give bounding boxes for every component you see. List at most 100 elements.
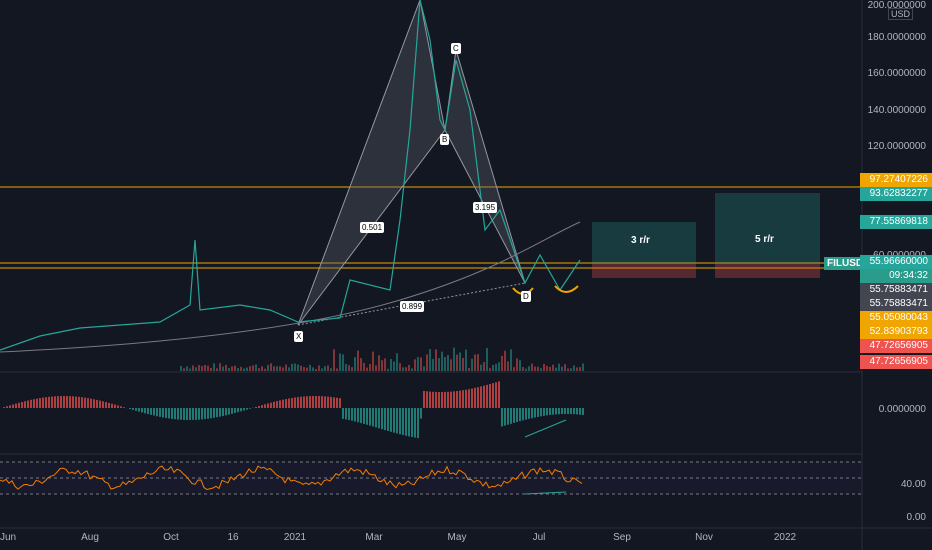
macd-bar xyxy=(543,408,545,416)
price-chart[interactable] xyxy=(0,0,932,550)
volume-bar xyxy=(558,363,560,371)
volume-bar xyxy=(399,363,401,371)
pattern-point-b: B xyxy=(440,134,450,145)
macd-bar xyxy=(114,404,116,408)
volume-bar xyxy=(540,368,542,371)
volume-bar xyxy=(513,367,515,371)
volume-bar xyxy=(417,357,419,371)
volume-bar xyxy=(573,365,575,371)
volume-bar xyxy=(246,367,248,371)
volume-bar xyxy=(480,364,482,371)
macd-bar xyxy=(189,408,191,420)
macd-bar xyxy=(351,408,353,421)
volume-bar xyxy=(315,368,317,371)
macd-bar xyxy=(18,402,20,408)
macd-bar xyxy=(21,401,23,408)
macd-bar xyxy=(48,396,50,408)
macd-bar xyxy=(531,408,533,419)
volume-bar xyxy=(582,363,584,371)
price-label: 47.72656905 xyxy=(860,339,932,353)
macd-bar xyxy=(309,396,311,408)
volume-bar xyxy=(453,347,455,371)
volume-bar xyxy=(471,358,473,371)
volume-bar xyxy=(531,363,533,371)
price-tick: 140.0000000 xyxy=(867,105,926,116)
macd-bar xyxy=(255,406,257,408)
volume-bar xyxy=(207,365,209,371)
volume-bar xyxy=(180,366,182,371)
macd-bar xyxy=(174,408,176,420)
volume-bar xyxy=(294,363,296,371)
macd-bar xyxy=(495,382,497,408)
volume-bar xyxy=(345,363,347,371)
macd-bar xyxy=(573,408,575,415)
volume-bar xyxy=(264,368,266,371)
macd-bar xyxy=(15,403,17,408)
macd-bar xyxy=(297,397,299,408)
volume-bar xyxy=(189,368,191,371)
volume-bar xyxy=(321,368,323,371)
macd-bar xyxy=(447,391,449,408)
macd-bar xyxy=(324,396,326,408)
macd-bar xyxy=(135,408,137,411)
macd-bar xyxy=(123,407,125,408)
macd-bar xyxy=(102,401,104,408)
target-label-5rr: 5 r/r xyxy=(755,234,774,245)
countdown-label: 09:34:32 xyxy=(860,269,932,283)
volume-bar xyxy=(426,354,428,371)
macd-bar xyxy=(486,384,488,408)
macd-bar xyxy=(549,408,551,416)
macd-bar xyxy=(159,408,161,417)
macd-bar xyxy=(363,408,365,424)
macd-bar xyxy=(387,408,389,431)
macd-bar xyxy=(108,402,110,408)
volume-bar xyxy=(222,366,224,371)
macd-bar xyxy=(468,389,470,408)
volume-bar xyxy=(285,364,287,371)
volume-bar xyxy=(435,349,437,371)
volume-bar xyxy=(225,364,227,371)
macd-bar xyxy=(207,408,209,419)
macd-bar xyxy=(399,408,401,435)
macd-bar xyxy=(366,408,368,425)
macd-bar xyxy=(129,408,131,409)
volume-bar xyxy=(234,365,236,371)
macd-bar xyxy=(87,398,89,408)
price-tick: 200.0000000 xyxy=(867,0,926,11)
volume-bar xyxy=(549,366,551,371)
macd-bar xyxy=(171,408,173,419)
volume-bar xyxy=(324,366,326,371)
volume-bar xyxy=(393,361,395,371)
macd-bar xyxy=(321,396,323,408)
macd-bar xyxy=(498,381,500,408)
volume-bar xyxy=(510,349,512,371)
macd-bar xyxy=(246,408,248,410)
macd-bar xyxy=(285,399,287,408)
macd-tick: 0.0000000 xyxy=(878,404,926,415)
volume-bar xyxy=(288,367,290,371)
volume-bar xyxy=(423,366,425,371)
macd-bar xyxy=(375,408,377,428)
macd-bar xyxy=(384,408,386,431)
macd-bar xyxy=(75,396,77,408)
macd-bar xyxy=(288,398,290,408)
macd-bar xyxy=(117,405,119,408)
macd-bar xyxy=(546,408,548,416)
volume-bar xyxy=(309,364,311,371)
volume-bar xyxy=(318,365,320,371)
macd-bar xyxy=(177,408,179,420)
macd-bar xyxy=(537,408,539,417)
volume-bar xyxy=(483,362,485,371)
pattern-point-c: C xyxy=(451,43,461,54)
volume-bar xyxy=(201,366,203,371)
macd-bar xyxy=(282,399,284,408)
volume-bar xyxy=(564,364,566,371)
volume-bar xyxy=(303,367,305,371)
volume-bar xyxy=(432,358,434,371)
macd-bar xyxy=(471,388,473,408)
macd-bar xyxy=(225,408,227,416)
volume-bar xyxy=(333,349,335,371)
volume-bar xyxy=(192,365,194,371)
macd-bar xyxy=(414,408,416,438)
macd-bar xyxy=(477,387,479,408)
